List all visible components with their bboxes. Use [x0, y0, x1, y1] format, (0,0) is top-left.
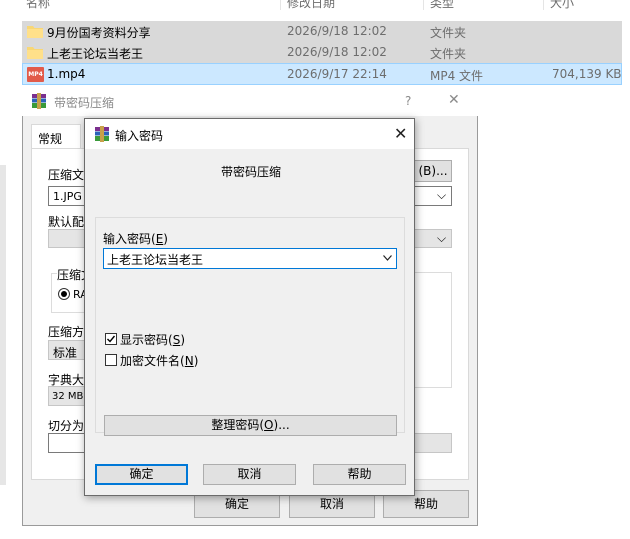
file-size: 704,139 KB [552, 67, 622, 81]
checkmark-icon [107, 335, 116, 343]
show-password-label: 显示密码(S) [120, 333, 186, 347]
split-label: 切分为 [48, 419, 85, 433]
winrar-icon [32, 93, 46, 109]
profile-dropdown[interactable] [48, 229, 85, 248]
close-icon[interactable]: ✕ [448, 92, 460, 108]
dictionary-value: 32 MB [52, 391, 84, 402]
tab-general-label: 常规 [38, 132, 63, 146]
column-divider[interactable] [543, 0, 544, 10]
password-dialog-titlebar[interactable]: 输入密码 ✕ [85, 119, 414, 149]
file-type: 文件夹 [430, 47, 467, 61]
folder-icon [27, 26, 43, 38]
rar-radio[interactable] [58, 288, 70, 300]
dictionary-dropdown[interactable]: 32 MB [48, 386, 85, 406]
chevron-down-icon: ⌵ [437, 188, 447, 202]
password-dialog: 输入密码 ✕ 带密码压缩 输入密码(E) 上老王论坛当老王 显示密码(S) 加密… [84, 118, 415, 496]
options-groupbox [414, 272, 452, 388]
chevron-down-icon[interactable] [383, 255, 392, 261]
method-label: 压缩方 [48, 325, 85, 339]
password-value: 上老王论坛当老王 [107, 253, 204, 267]
left-pane-edge [0, 165, 6, 485]
column-divider[interactable] [280, 0, 281, 10]
archive-name-dropdown[interactable]: ⌵ [414, 186, 452, 206]
organize-passwords-button[interactable]: 整理密码(O)... [104, 415, 397, 436]
password-dialog-subtitle: 带密码压缩 [221, 165, 282, 179]
split-dropdown[interactable] [414, 433, 452, 453]
password-dialog-title: 输入密码 [115, 129, 164, 143]
password-input[interactable]: 上老王论坛当老王 [103, 248, 397, 269]
file-name: 1.mp4 [47, 67, 86, 81]
browse-button[interactable]: (B)... [414, 160, 452, 182]
folder-icon [27, 47, 43, 59]
column-header-bar: 名称 修改日期 类型 大小 [0, 0, 630, 16]
archive-dialog-titlebar[interactable]: 带密码压缩 ? ✕ [22, 86, 478, 116]
mp4-file-icon: MP4 [27, 67, 44, 82]
default-profile-label: 默认配 [48, 215, 85, 229]
file-row-folder[interactable]: 上老王论坛当老王 2026/9/18 12:02 文件夹 [22, 42, 622, 64]
file-name: 9月份国考资料分享 [47, 26, 151, 40]
ok-button[interactable]: 确定 [95, 464, 188, 485]
column-header-date[interactable]: 修改日期 [287, 0, 335, 11]
column-header-type[interactable]: 类型 [430, 0, 454, 11]
tab-general[interactable]: 常规 [31, 124, 81, 148]
archive-dialog-title: 带密码压缩 [54, 96, 115, 110]
help-button[interactable]: 帮助 [313, 464, 406, 485]
show-password-checkbox[interactable] [105, 333, 117, 345]
file-date: 2026/9/17 22:14 [287, 67, 387, 81]
file-type: 文件夹 [430, 26, 467, 40]
file-type: MP4 文件 [430, 69, 484, 83]
profile-dropdown-right[interactable]: ⌵ [414, 229, 452, 248]
file-row-mp4[interactable]: MP4 1.mp4 2026/9/17 22:14 MP4 文件 704,139… [22, 63, 622, 85]
cancel-button[interactable]: 取消 [203, 464, 296, 485]
file-date: 2026/9/18 12:02 [287, 45, 387, 59]
chevron-down-icon: ⌵ [437, 231, 447, 245]
column-divider[interactable] [423, 0, 424, 10]
winrar-icon [95, 126, 109, 142]
column-header-size[interactable]: 大小 [550, 0, 574, 11]
password-label: 输入密码(E) [103, 232, 168, 246]
encrypt-filenames-label: 加密文件名(N) [120, 354, 199, 368]
archive-name-value: 1.JPG [53, 190, 82, 203]
file-name: 上老王论坛当老王 [47, 47, 144, 61]
file-date: 2026/9/18 12:02 [287, 24, 387, 38]
split-input[interactable] [48, 433, 85, 453]
file-row-folder[interactable]: 9月份国考资料分享 2026/9/18 12:02 文件夹 [22, 21, 622, 43]
encrypt-filenames-checkbox[interactable] [105, 354, 117, 366]
close-icon[interactable]: ✕ [394, 126, 407, 142]
column-header-name[interactable]: 名称 [26, 0, 50, 11]
archive-name-input[interactable]: 1.JPG [48, 186, 85, 206]
help-icon[interactable]: ? [405, 94, 411, 108]
archive-name-label: 压缩文 [48, 168, 85, 182]
method-value: 标准 [53, 346, 78, 360]
method-dropdown[interactable]: 标准 [48, 340, 85, 360]
